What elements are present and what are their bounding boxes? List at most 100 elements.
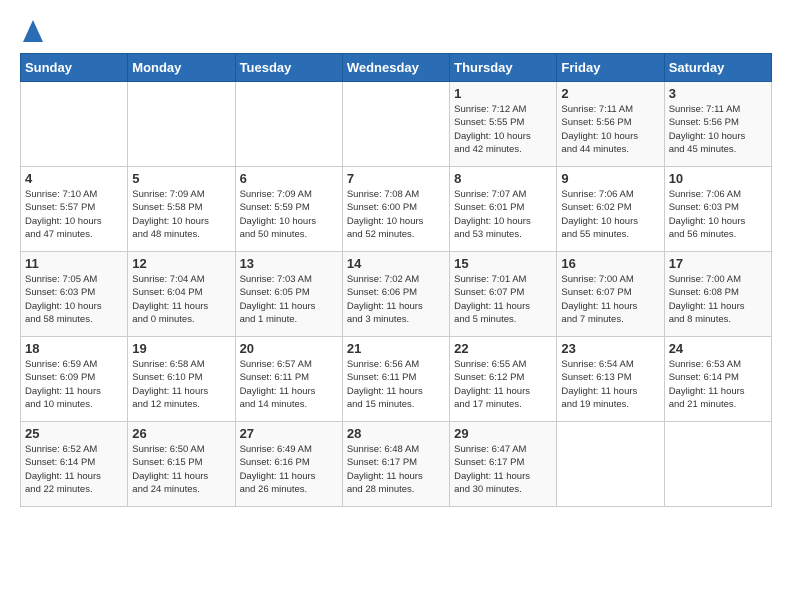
calendar-cell [664, 422, 771, 507]
day-number: 28 [347, 426, 445, 441]
day-number: 2 [561, 86, 659, 101]
calendar-cell: 7Sunrise: 7:08 AM Sunset: 6:00 PM Daylig… [342, 167, 449, 252]
page-header [20, 20, 772, 43]
day-number: 7 [347, 171, 445, 186]
day-info: Sunrise: 7:02 AM Sunset: 6:06 PM Dayligh… [347, 273, 445, 326]
calendar-cell: 12 Sunrise: 7:04 AM Sunset: 6:04 PM Dayli… [128, 252, 235, 337]
calendar-week-row: 11 Sunrise: 7:05 AM Sunset: 6:03 PM Dayli… [21, 252, 772, 337]
calendar-cell [342, 82, 449, 167]
day-info: Sunrise: 7:01 AM Sunset: 6:07 PM Dayligh… [454, 273, 552, 326]
day-info: Sunrise: 6:56 AM Sunset: 6:11 PM Dayligh… [347, 358, 445, 411]
calendar-cell: 15 Sunrise: 7:01 AM Sunset: 6:07 PM Dayli… [450, 252, 557, 337]
calendar-cell: 29 Sunrise: 6:47 AM Sunset: 6:17 PM Dayli… [450, 422, 557, 507]
calendar-cell: 13 Sunrise: 7:03 AM Sunset: 6:05 PM Dayli… [235, 252, 342, 337]
day-number: 27 [240, 426, 338, 441]
calendar-cell [235, 82, 342, 167]
calendar-cell: 22 Sunrise: 6:55 AM Sunset: 6:12 PM Dayli… [450, 337, 557, 422]
day-number: 18 [25, 341, 123, 356]
calendar-week-row: 18 Sunrise: 6:59 AM Sunset: 6:09 PM Dayli… [21, 337, 772, 422]
day-info: Sunrise: 6:58 AM Sunset: 6:10 PM Dayligh… [132, 358, 230, 411]
day-info: Sunrise: 7:12 AM Sunset: 5:55 PM Dayligh… [454, 103, 552, 156]
calendar-cell [21, 82, 128, 167]
day-number: 29 [454, 426, 552, 441]
day-number: 15 [454, 256, 552, 271]
day-number: 23 [561, 341, 659, 356]
calendar-cell [557, 422, 664, 507]
calendar-cell: 25 Sunrise: 6:52 AM Sunset: 6:14 PM Dayli… [21, 422, 128, 507]
day-number: 26 [132, 426, 230, 441]
day-info: Sunrise: 7:03 AM Sunset: 6:05 PM Dayligh… [240, 273, 338, 326]
day-info: Sunrise: 6:54 AM Sunset: 6:13 PM Dayligh… [561, 358, 659, 411]
day-number: 22 [454, 341, 552, 356]
day-info: Sunrise: 6:53 AM Sunset: 6:14 PM Dayligh… [669, 358, 767, 411]
calendar-cell: 3 Sunrise: 7:11 AM Sunset: 5:56 PM Daylig… [664, 82, 771, 167]
day-number: 4 [25, 171, 123, 186]
calendar-cell: 24 Sunrise: 6:53 AM Sunset: 6:14 PM Dayli… [664, 337, 771, 422]
day-info: Sunrise: 7:06 AM Sunset: 6:03 PM Dayligh… [669, 188, 767, 241]
day-number: 25 [25, 426, 123, 441]
day-number: 24 [669, 341, 767, 356]
calendar-cell: 21 Sunrise: 6:56 AM Sunset: 6:11 PM Dayli… [342, 337, 449, 422]
calendar-cell: 19 Sunrise: 6:58 AM Sunset: 6:10 PM Dayli… [128, 337, 235, 422]
day-info: Sunrise: 7:04 AM Sunset: 6:04 PM Dayligh… [132, 273, 230, 326]
day-info: Sunrise: 6:47 AM Sunset: 6:17 PM Dayligh… [454, 443, 552, 496]
day-number: 8 [454, 171, 552, 186]
calendar-cell: 8 Sunrise: 7:07 AM Sunset: 6:01 PM Daylig… [450, 167, 557, 252]
weekday-header: Sunday [21, 54, 128, 82]
weekday-header: Tuesday [235, 54, 342, 82]
day-info: Sunrise: 6:49 AM Sunset: 6:16 PM Dayligh… [240, 443, 338, 496]
calendar-cell: 10 Sunrise: 7:06 AM Sunset: 6:03 PM Dayli… [664, 167, 771, 252]
calendar-cell: 26 Sunrise: 6:50 AM Sunset: 6:15 PM Dayli… [128, 422, 235, 507]
weekday-header: Monday [128, 54, 235, 82]
day-info: Sunrise: 6:50 AM Sunset: 6:15 PM Dayligh… [132, 443, 230, 496]
day-number: 11 [25, 256, 123, 271]
calendar-week-row: 4 Sunrise: 7:10 AM Sunset: 5:57 PM Daylig… [21, 167, 772, 252]
calendar-cell: 6 Sunrise: 7:09 AM Sunset: 5:59 PM Daylig… [235, 167, 342, 252]
weekday-header: Friday [557, 54, 664, 82]
day-info: Sunrise: 6:55 AM Sunset: 6:12 PM Dayligh… [454, 358, 552, 411]
day-number: 3 [669, 86, 767, 101]
day-info: Sunrise: 7:00 AM Sunset: 6:07 PM Dayligh… [561, 273, 659, 326]
day-number: 12 [132, 256, 230, 271]
calendar-cell: 14 Sunrise: 7:02 AM Sunset: 6:06 PM Dayli… [342, 252, 449, 337]
day-number: 6 [240, 171, 338, 186]
day-info: Sunrise: 7:00 AM Sunset: 6:08 PM Dayligh… [669, 273, 767, 326]
day-number: 13 [240, 256, 338, 271]
calendar-cell: 16 Sunrise: 7:00 AM Sunset: 6:07 PM Dayli… [557, 252, 664, 337]
calendar-cell: 4 Sunrise: 7:10 AM Sunset: 5:57 PM Daylig… [21, 167, 128, 252]
day-info: Sunrise: 6:59 AM Sunset: 6:09 PM Dayligh… [25, 358, 123, 411]
day-info: Sunrise: 6:57 AM Sunset: 6:11 PM Dayligh… [240, 358, 338, 411]
calendar-cell: 27 Sunrise: 6:49 AM Sunset: 6:16 PM Dayli… [235, 422, 342, 507]
day-number: 5 [132, 171, 230, 186]
day-number: 20 [240, 341, 338, 356]
day-info: Sunrise: 7:07 AM Sunset: 6:01 PM Dayligh… [454, 188, 552, 241]
day-number: 1 [454, 86, 552, 101]
calendar-table: SundayMondayTuesdayWednesdayThursdayFrid… [20, 53, 772, 507]
weekday-header: Wednesday [342, 54, 449, 82]
logo [20, 20, 43, 43]
calendar-cell: 20 Sunrise: 6:57 AM Sunset: 6:11 PM Dayli… [235, 337, 342, 422]
calendar-week-row: 1 Sunrise: 7:12 AM Sunset: 5:55 PM Daylig… [21, 82, 772, 167]
day-number: 16 [561, 256, 659, 271]
day-info: Sunrise: 7:09 AM Sunset: 5:58 PM Dayligh… [132, 188, 230, 241]
day-info: Sunrise: 7:11 AM Sunset: 5:56 PM Dayligh… [669, 103, 767, 156]
day-info: Sunrise: 7:11 AM Sunset: 5:56 PM Dayligh… [561, 103, 659, 156]
day-number: 10 [669, 171, 767, 186]
calendar-cell: 18 Sunrise: 6:59 AM Sunset: 6:09 PM Dayli… [21, 337, 128, 422]
day-number: 14 [347, 256, 445, 271]
calendar-cell: 23 Sunrise: 6:54 AM Sunset: 6:13 PM Dayli… [557, 337, 664, 422]
day-number: 17 [669, 256, 767, 271]
day-info: Sunrise: 7:09 AM Sunset: 5:59 PM Dayligh… [240, 188, 338, 241]
day-info: Sunrise: 7:10 AM Sunset: 5:57 PM Dayligh… [25, 188, 123, 241]
day-info: Sunrise: 6:52 AM Sunset: 6:14 PM Dayligh… [25, 443, 123, 496]
calendar-cell: 1 Sunrise: 7:12 AM Sunset: 5:55 PM Daylig… [450, 82, 557, 167]
day-info: Sunrise: 7:05 AM Sunset: 6:03 PM Dayligh… [25, 273, 123, 326]
day-info: Sunrise: 6:48 AM Sunset: 6:17 PM Dayligh… [347, 443, 445, 496]
day-number: 9 [561, 171, 659, 186]
day-number: 19 [132, 341, 230, 356]
calendar-cell: 17 Sunrise: 7:00 AM Sunset: 6:08 PM Dayli… [664, 252, 771, 337]
calendar-cell: 5 Sunrise: 7:09 AM Sunset: 5:58 PM Daylig… [128, 167, 235, 252]
calendar-cell: 2 Sunrise: 7:11 AM Sunset: 5:56 PM Daylig… [557, 82, 664, 167]
weekday-header: Saturday [664, 54, 771, 82]
day-number: 21 [347, 341, 445, 356]
